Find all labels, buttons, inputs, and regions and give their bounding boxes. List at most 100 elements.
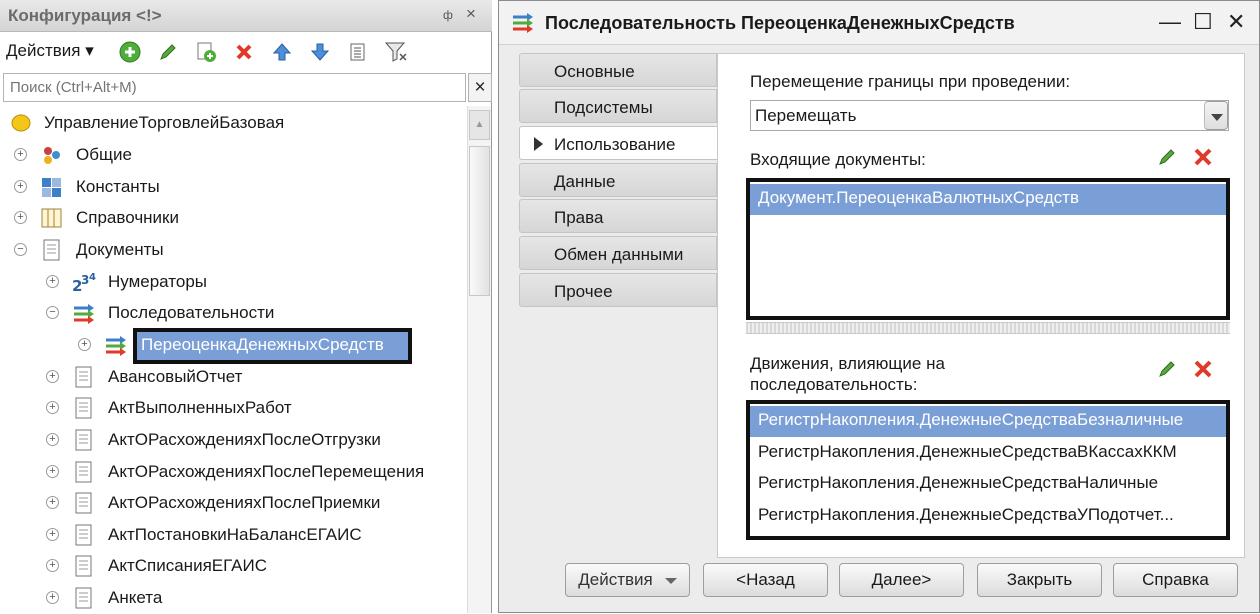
tree-node-document[interactable]: + АктСписанияЕГАИС <box>0 552 466 580</box>
tree-node-catalogs[interactable]: + Справочники <box>0 204 466 232</box>
expand-icon[interactable]: + <box>46 275 59 288</box>
tab-rights[interactable]: Права <box>519 199 717 233</box>
collapse-icon[interactable]: − <box>46 306 59 319</box>
common-icon <box>40 144 64 166</box>
documents-icon <box>40 239 64 261</box>
document-icon <box>72 492 96 514</box>
tree-node-common[interactable]: + Общие <box>0 141 466 169</box>
move-up-icon[interactable] <box>269 39 295 65</box>
expand-icon[interactable]: + <box>46 528 59 541</box>
pin-icon[interactable]: ф <box>443 8 453 22</box>
next-button[interactable]: Далее> <box>839 563 964 597</box>
panel-close-button[interactable]: × <box>466 4 476 24</box>
incoming-documents-label: Входящие документы: <box>750 150 926 169</box>
close-button[interactable]: Закрыть <box>977 563 1102 597</box>
tree-node-document[interactable]: + АктОРасхожденияхПослеПеремещения <box>0 458 466 486</box>
search-input[interactable] <box>3 73 466 102</box>
scrollbar-thumb[interactable] <box>469 146 490 296</box>
help-button[interactable]: Справка <box>1113 563 1238 597</box>
tab-other[interactable]: Прочее <box>519 273 717 307</box>
tree-node-document[interactable]: + АктПостановкиНаБалансЕГАИС <box>0 521 466 549</box>
tree-node-constants[interactable]: + Константы <box>0 173 466 201</box>
actions-button[interactable]: Действия <box>565 563 690 597</box>
list-item[interactable]: РегистрНакопления.ДенежныеСредстваБезнал… <box>750 406 1226 437</box>
tree-node-label: АктПостановкиНаБалансЕГАИС <box>108 525 362 544</box>
tab-data-exchange[interactable]: Обмен данными <box>519 236 717 270</box>
tree-node-label: АктОРасхожденияхПослеОтгрузки <box>108 430 381 449</box>
sort-list-icon[interactable] <box>345 39 371 65</box>
move-down-icon[interactable] <box>307 39 333 65</box>
edit-icon[interactable] <box>155 39 181 65</box>
tree-node-document[interactable]: + АктОРасхожденияхПослеПриемки <box>0 489 466 517</box>
tab-label: Прочее <box>554 282 613 301</box>
delete-icon[interactable] <box>1192 358 1216 382</box>
tab-label: Права <box>554 208 604 227</box>
copy-icon[interactable] <box>193 39 219 65</box>
tree-node-document[interactable]: + АвансовыйОтчет <box>0 363 466 391</box>
tree-node-documents[interactable]: − Документы <box>0 236 466 264</box>
config-root-icon <box>10 112 34 134</box>
splitter-handle[interactable] <box>746 322 1230 334</box>
list-item[interactable]: РегистрНакопления.ДенежныеСредстваВКасса… <box>750 438 1226 469</box>
movements-list[interactable]: РегистрНакопления.ДенежныеСредстваБезнал… <box>746 400 1230 540</box>
tree-node-label: ПереоценкаДенежныхСредств <box>137 332 408 360</box>
tab-label: Подсистемы <box>554 98 653 117</box>
tree-node-document[interactable]: + АктОРасхожденияхПослеОтгрузки <box>0 426 466 454</box>
tree-node-revaluation-sequence[interactable]: + ПереоценкаДенежныхСредств <box>0 328 466 364</box>
tree-node-numerators[interactable]: + 234 Нумераторы <box>0 268 466 296</box>
tab-main[interactable]: Основные <box>519 53 717 87</box>
delete-icon[interactable] <box>231 39 257 65</box>
expand-icon[interactable]: + <box>78 338 91 351</box>
chevron-down-icon[interactable] <box>1204 101 1228 130</box>
maximize-button[interactable]: ☐ <box>1193 9 1213 35</box>
tab-usage[interactable]: Использование <box>519 126 719 160</box>
window-close-button[interactable]: ✕ <box>1227 9 1245 35</box>
expand-icon[interactable]: + <box>46 401 59 414</box>
tree-node-root[interactable]: УправлениеТорговлейБазовая <box>0 109 466 137</box>
delete-icon[interactable] <box>1192 146 1216 170</box>
tree-node-label: АктОРасхожденияхПослеПриемки <box>108 493 381 512</box>
expand-icon[interactable]: + <box>46 465 59 478</box>
configuration-toolbar: Действия ▾ <box>0 33 492 69</box>
expand-icon[interactable]: + <box>14 148 27 161</box>
list-item[interactable]: РегистрНакопления.ДенежныеСредстваНаличн… <box>750 469 1226 500</box>
property-tabs: Основные Подсистемы Использование Данные… <box>519 53 719 558</box>
tree-node-label: АктОРасхожденияхПослеПеремещения <box>108 462 425 481</box>
tree-node-sequences[interactable]: − Последовательности <box>0 299 466 327</box>
filter-icon[interactable] <box>383 39 409 65</box>
catalogs-icon <box>40 207 64 229</box>
back-button[interactable]: <Назад <box>703 563 828 597</box>
tree-scrollbar[interactable]: ▲ <box>467 106 491 613</box>
configuration-panel-titlebar: Конфигурация <!> ф × <box>0 0 492 32</box>
edit-icon[interactable] <box>1156 358 1180 382</box>
add-icon[interactable] <box>117 39 143 65</box>
list-item[interactable]: РегистрНакопления.ДенежныеСредстваУПодот… <box>750 501 1226 532</box>
tree-node-label: Последовательности <box>108 303 275 322</box>
document-icon <box>72 429 96 451</box>
expand-icon[interactable]: + <box>46 559 59 572</box>
expand-icon[interactable]: + <box>46 591 59 604</box>
tree-node-document[interactable]: + Анкета <box>0 584 466 612</box>
document-icon <box>72 461 96 483</box>
move-boundary-label: Перемещение границы при проведении: <box>750 72 1071 91</box>
actions-menu-button[interactable]: Действия ▾ <box>6 41 94 61</box>
tab-data[interactable]: Данные <box>519 163 717 197</box>
scroll-up-icon[interactable]: ▲ <box>469 110 490 140</box>
expand-icon[interactable]: + <box>46 433 59 446</box>
edit-icon[interactable] <box>1156 146 1180 170</box>
search-clear-button[interactable]: × <box>468 73 492 102</box>
tree-node-document[interactable]: + АктВыполненныхРабот <box>0 394 466 422</box>
expand-icon[interactable]: + <box>14 211 27 224</box>
sequence-properties-window: Последовательность ПереоценкаДенежныхСре… <box>498 0 1260 613</box>
sequence-icon <box>104 334 128 356</box>
expand-icon[interactable]: + <box>46 370 59 383</box>
incoming-documents-list[interactable]: Документ.ПереоценкаВалютныхСредств <box>746 178 1230 320</box>
tab-subsystems[interactable]: Подсистемы <box>519 89 717 123</box>
expand-icon[interactable]: + <box>46 496 59 509</box>
minimize-button[interactable]: — <box>1159 9 1181 35</box>
list-item[interactable]: Документ.ПереоценкаВалютныхСредств <box>750 184 1226 215</box>
expand-icon[interactable]: + <box>14 180 27 193</box>
move-boundary-select[interactable]: Перемещать <box>750 100 1229 131</box>
collapse-icon[interactable]: − <box>14 243 27 256</box>
tree-node-label: Нумераторы <box>108 272 207 291</box>
